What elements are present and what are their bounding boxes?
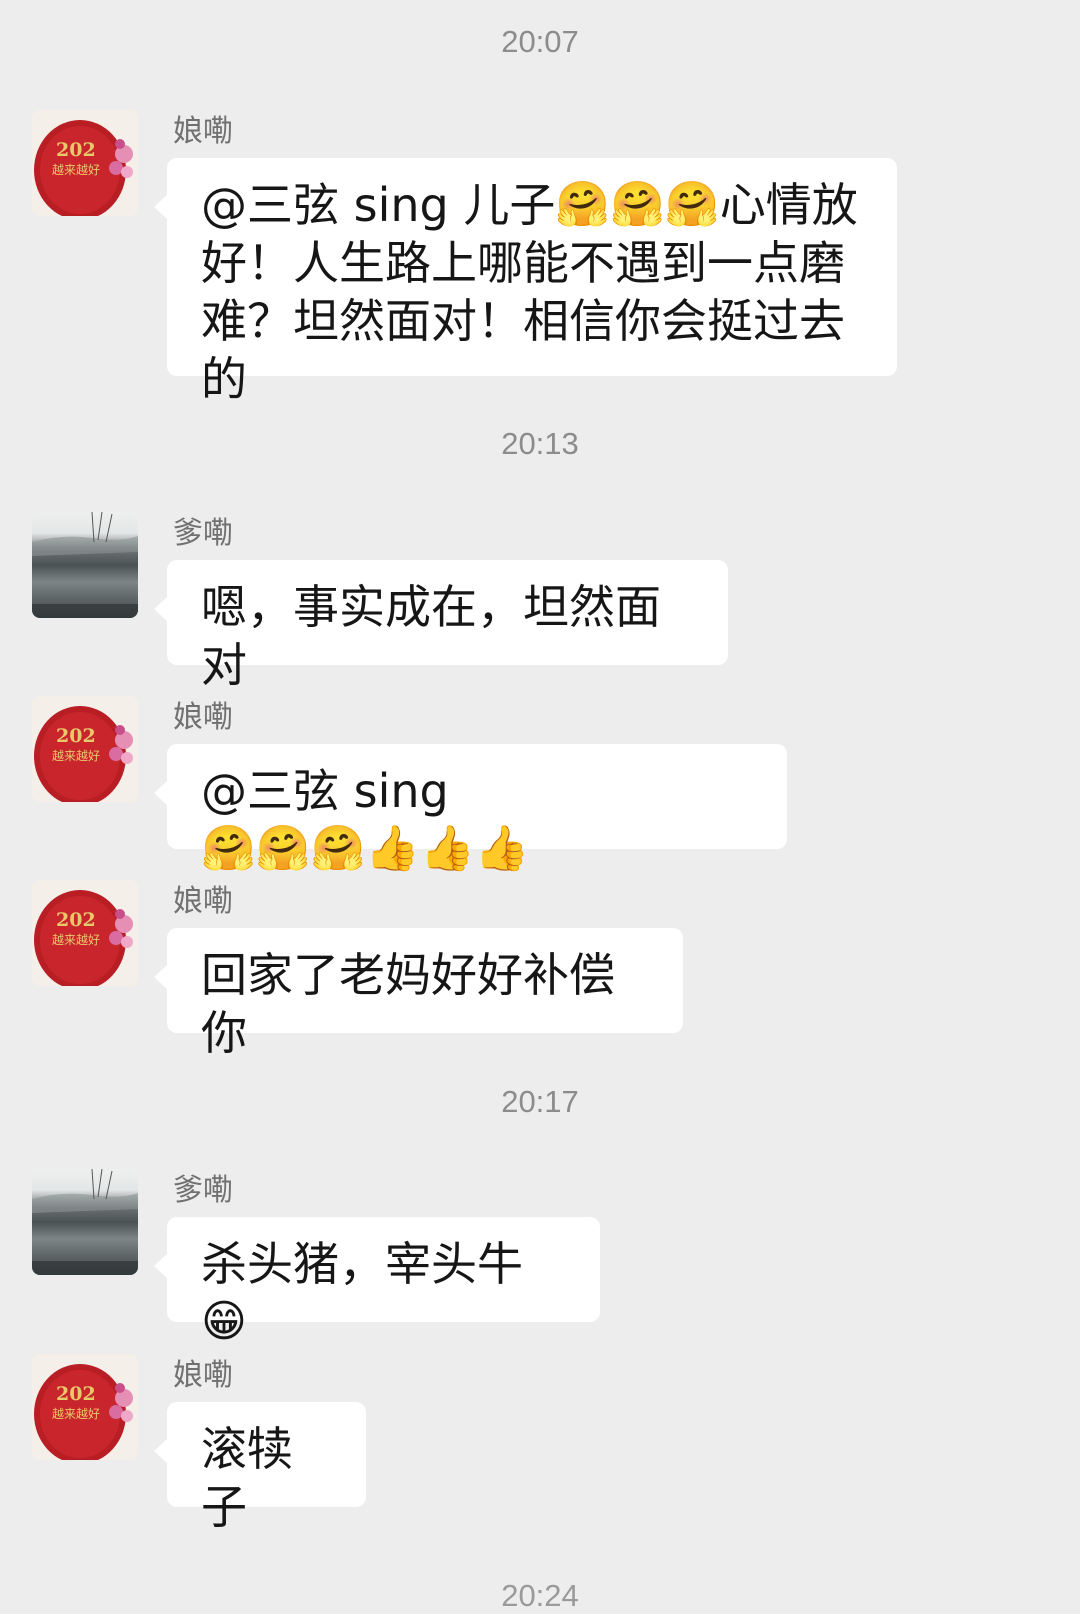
message-text: 杀头猪，宰头牛 [201,1237,523,1291]
avatar-image: 202 越来越好 [32,110,138,216]
message-bubble[interactable]: 滚犊子 [154,1402,366,1534]
avatar[interactable] [32,1169,138,1275]
avatar[interactable]: 202 越来越好 [32,110,138,216]
avatar[interactable]: 202 越来越好 [32,880,138,986]
message-text: 好！人生路上哪能不遇到一点磨 [201,236,845,290]
avatar[interactable]: 202 越来越好 [32,1354,138,1460]
sender-name: 娘嘞 [173,114,233,149]
hug-thumbs-up-emoji-icon: 🤗🤗🤗👍👍👍 [201,823,530,874]
message-bubble[interactable]: 杀头猪，宰头牛😁 [154,1217,600,1347]
avatar-year-text: 202 [56,1383,96,1405]
avatar-caption-text: 越来越好 [52,749,100,763]
sender-name: 娘嘞 [173,700,233,735]
timestamp: 20:13 [501,426,579,461]
avatar-year-text: 202 [56,909,96,931]
avatar-image: 202 越来越好 [32,1354,138,1460]
timestamp: 20:17 [501,1084,579,1119]
message-text: @三弦 sing 儿子 [201,178,556,232]
grin-emoji-icon: 😁 [201,1296,247,1347]
hug-emoji-icon: 🤗🤗🤗 [555,179,720,230]
chat-history[interactable]: 20:07 202 越来越好 娘嘞 @三弦 sing 儿子🤗🤗🤗心情放 好！人生… [0,0,1080,1613]
avatar-caption-text: 越来越好 [52,1407,100,1421]
message-text: @三弦 sing [201,764,449,818]
avatar-image [32,512,138,618]
avatar-image: 202 越来越好 [32,696,138,802]
message-bubble[interactable]: 嗯，事实成在，坦然面对 [154,560,728,692]
avatar-year-text: 202 [56,139,96,161]
avatar[interactable]: 202 越来越好 [32,696,138,802]
sender-name: 娘嘞 [173,884,233,919]
message-bubble[interactable]: @三弦 sing 🤗🤗🤗👍👍👍 [154,744,787,874]
avatar[interactable] [32,512,138,618]
message-text: 难？坦然面对！相信你会挺过去的 [201,294,845,406]
message-text: 心情放 [719,178,858,232]
avatar-image: 202 越来越好 [32,880,138,986]
avatar-year-text: 202 [56,725,96,747]
sender-name: 爹嘞 [173,516,233,551]
timestamp: 20:24 [501,1578,579,1613]
message-text: 滚犊子 [201,1422,293,1534]
sender-name: 娘嘞 [173,1358,233,1393]
message-text: 嗯，事实成在，坦然面对 [201,580,661,692]
sender-name: 爹嘞 [173,1173,233,1208]
timestamp: 20:07 [501,24,579,59]
message-bubble[interactable]: 回家了老妈好好补偿你 [154,928,683,1060]
message-text: 回家了老妈好好补偿你 [201,948,615,1060]
avatar-caption-text: 越来越好 [52,163,100,177]
avatar-caption-text: 越来越好 [52,933,100,947]
avatar-image [32,1169,138,1275]
message-bubble[interactable]: @三弦 sing 儿子🤗🤗🤗心情放 好！人生路上哪能不遇到一点磨 难？坦然面对！… [154,158,897,406]
